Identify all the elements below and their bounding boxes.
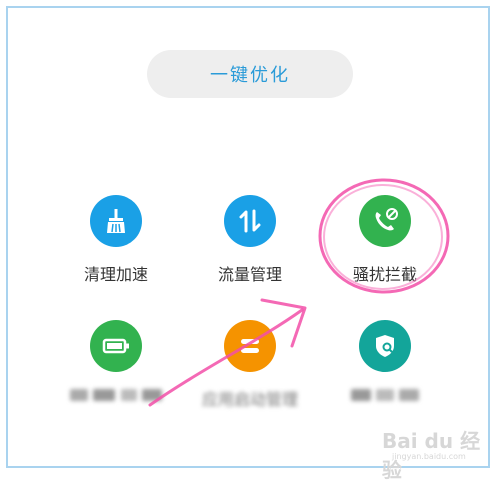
shield-search-icon (359, 320, 411, 372)
tool-startup-manage[interactable]: 应用启动管理 (180, 320, 320, 410)
battery-icon (90, 320, 142, 372)
tool-virus-scan[interactable] (315, 320, 455, 405)
tool-label: 骚扰拦截 (352, 265, 417, 284)
tool-battery[interactable] (46, 320, 186, 405)
tool-label (46, 386, 186, 405)
tool-label (315, 386, 455, 405)
up-down-arrows-icon (224, 195, 276, 247)
broom-icon (90, 195, 142, 247)
tool-clean[interactable]: 清理加速 (46, 195, 186, 285)
watermark-url: jingyan.baidu.com (392, 452, 466, 461)
tool-label: 清理加速 (83, 265, 148, 284)
tool-harass-block[interactable]: 骚扰拦截 (315, 195, 455, 285)
tool-label: 应用启动管理 (201, 390, 298, 409)
tool-traffic[interactable]: 流量管理 (180, 195, 320, 285)
one-key-optimize-button[interactable]: 一键优化 (147, 50, 353, 98)
app-manage-icon (224, 320, 276, 372)
tool-label: 流量管理 (217, 265, 282, 284)
phone-block-icon (359, 195, 411, 247)
